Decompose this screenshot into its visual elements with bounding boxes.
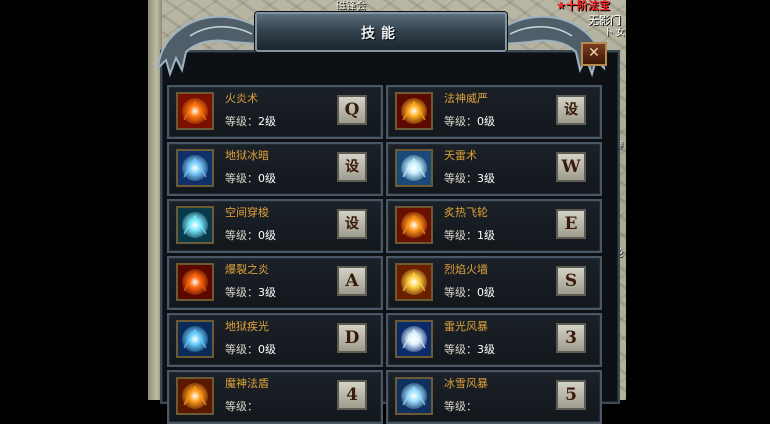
skill-level: 等级：3级 <box>225 284 276 300</box>
skill-level: 等级：0级 <box>225 170 276 186</box>
hotkey-button[interactable]: S <box>556 266 586 296</box>
skill-level-label: 等级： <box>225 229 258 242</box>
skill-level-value: 3级 <box>477 343 495 356</box>
skill-level: 等级：3级 <box>444 170 495 186</box>
skill-name: 天雷术 <box>444 149 477 162</box>
skill-level-label: 等级： <box>444 229 477 242</box>
skill-level-label: 等级： <box>444 115 477 128</box>
hotkey-button[interactable]: E <box>556 209 586 239</box>
skill-name: 魔神法盾 <box>225 377 269 390</box>
skill-slot[interactable]: 炙热飞轮等级：1级 E <box>386 199 602 253</box>
ice-shards-icon[interactable] <box>176 149 214 187</box>
skill-name: 爆裂之炎 <box>225 263 269 276</box>
skill-slot[interactable]: 爆裂之炎等级：3级 A <box>167 256 383 310</box>
skill-name: 空间穿梭 <box>225 206 269 219</box>
skill-slot[interactable]: 魔神法盾等级： 4 <box>167 370 383 424</box>
skill-level: 等级：0级 <box>444 113 495 129</box>
skill-slot[interactable]: 雷光风暴等级：3级 3 <box>386 313 602 367</box>
skill-level-value: 0级 <box>477 286 495 299</box>
fire-wheel-icon[interactable] <box>395 206 433 244</box>
skill-level-value: 0级 <box>258 229 276 242</box>
skill-level-label: 等级： <box>444 400 477 413</box>
skill-level-label: 等级： <box>225 400 258 413</box>
skill-slot[interactable]: 烈焰火墙等级：0级 S <box>386 256 602 310</box>
skill-name: 炙热飞轮 <box>444 206 488 219</box>
hotkey-button[interactable]: 5 <box>556 380 586 410</box>
skill-name: 冰雪风暴 <box>444 377 488 390</box>
fireball-icon[interactable] <box>176 92 214 130</box>
skill-level: 等级：0级 <box>444 284 495 300</box>
skill-slot[interactable]: 冰雪风暴等级： 5 <box>386 370 602 424</box>
magic-shield-icon[interactable] <box>176 377 214 415</box>
skill-name: 地狱疾光 <box>225 320 269 333</box>
skill-slot[interactable]: 地狱冰暗等级：0级 设 <box>167 142 383 196</box>
skill-name: 地狱冰暗 <box>225 149 269 162</box>
teleport-icon[interactable] <box>176 206 214 244</box>
thunder-icon[interactable] <box>395 149 433 187</box>
hotkey-button[interactable]: 3 <box>556 323 586 353</box>
skill-level: 等级： <box>225 398 258 414</box>
skill-slot[interactable]: 空间穿梭等级：0级 设 <box>167 199 383 253</box>
skill-name: 火炎术 <box>225 92 258 105</box>
hotkey-button[interactable]: D <box>337 323 367 353</box>
skill-level-label: 等级： <box>225 172 258 185</box>
skill-level-value: 3级 <box>477 172 495 185</box>
skill-level-value: 0级 <box>477 115 495 128</box>
lightning-storm-icon[interactable] <box>395 320 433 358</box>
hotkey-button[interactable]: 设 <box>337 209 367 239</box>
skill-name: 法神威严 <box>444 92 488 105</box>
skill-level: 等级：3级 <box>444 341 495 357</box>
skill-slot[interactable]: 火炎术等级：2级 Q <box>167 85 383 139</box>
skill-level-label: 等级： <box>225 286 258 299</box>
skill-level-label: 等级： <box>444 172 477 185</box>
fire-ring-icon[interactable] <box>395 92 433 130</box>
hotkey-button[interactable]: W <box>556 152 586 182</box>
skill-level-label: 等级： <box>444 343 477 356</box>
dragon-ornament-left-icon <box>156 15 261 78</box>
burst-flame-icon[interactable] <box>176 263 214 301</box>
guild-label: 磁锋会 <box>336 1 366 12</box>
skill-level-label: 等级： <box>444 286 477 299</box>
skill-level-value: 2级 <box>258 115 276 128</box>
skill-level: 等级：0级 <box>225 227 276 243</box>
hotkey-button[interactable]: 设 <box>337 152 367 182</box>
skill-slot[interactable]: 天雷术等级：3级 W <box>386 142 602 196</box>
skill-level: 等级：2级 <box>225 113 276 129</box>
skill-level-value: 3级 <box>258 286 276 299</box>
skill-level-value: 0级 <box>258 172 276 185</box>
fire-wall-icon[interactable] <box>395 263 433 301</box>
skill-name: 雷光风暴 <box>444 320 488 333</box>
hotkey-button[interactable]: A <box>337 266 367 296</box>
hotkey-button[interactable]: 设 <box>556 95 586 125</box>
panel-header[interactable]: 技能 <box>255 12 507 52</box>
skill-level: 等级：0级 <box>225 341 276 357</box>
skill-level: 等级： <box>444 398 477 414</box>
skill-level-label: 等级： <box>225 343 258 356</box>
skill-slot[interactable]: 地狱疾光等级：0级 D <box>167 313 383 367</box>
skill-name: 烈焰火墙 <box>444 263 488 276</box>
blizzard-icon[interactable] <box>395 377 433 415</box>
skill-level-label: 等级： <box>225 115 258 128</box>
panel-title: 技能 <box>361 26 401 42</box>
skill-level: 等级：1级 <box>444 227 495 243</box>
blue-flash-icon[interactable] <box>176 320 214 358</box>
skill-level-value: 1级 <box>477 229 495 242</box>
hotkey-button[interactable]: 4 <box>337 380 367 410</box>
skill-level-value: 0级 <box>258 343 276 356</box>
close-button[interactable]: ✕ <box>581 42 607 66</box>
skill-slot[interactable]: 法神威严等级：0级 设 <box>386 85 602 139</box>
hotkey-button[interactable]: Q <box>337 95 367 125</box>
